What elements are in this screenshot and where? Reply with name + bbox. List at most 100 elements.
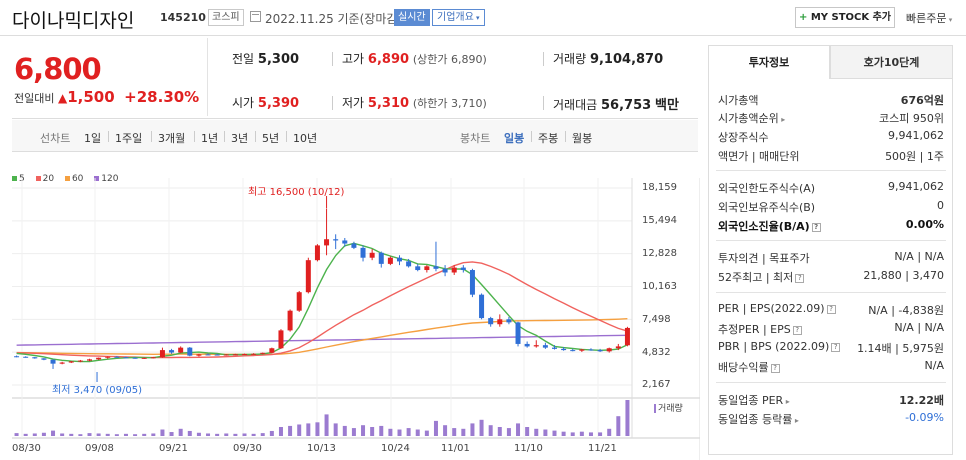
- volume-bar: [41, 432, 46, 436]
- candle-body: [378, 252, 384, 264]
- opinion-label: 투자의견 | 목표주가: [718, 252, 810, 265]
- candle-body: [615, 346, 621, 349]
- candle-body: [214, 354, 220, 356]
- quote-date: 2022.11.25 기준(장마감): [265, 12, 403, 26]
- chevron-right-icon: ▸: [783, 397, 790, 406]
- help-icon[interactable]: ?: [770, 363, 780, 373]
- help-icon[interactable]: ?: [795, 273, 805, 283]
- price-chart[interactable]: [0, 178, 700, 460]
- volume-legend: 거래량: [654, 401, 683, 414]
- candle-body: [287, 310, 293, 331]
- candle-body: [187, 347, 193, 356]
- help-icon[interactable]: ?: [811, 222, 821, 232]
- candle-body: [159, 350, 165, 358]
- chevron-right-icon: ▸: [778, 115, 786, 124]
- volume-bar: [169, 432, 174, 436]
- my-stock-add-button[interactable]: + MY STOCK 추가: [795, 7, 895, 28]
- quick-order-label: 빠른주문: [906, 12, 947, 25]
- industry-change-value: -0.09%: [905, 411, 944, 424]
- foreign-limit-label: 외국인한도주식수(A): [718, 182, 816, 195]
- candle-body: [260, 352, 266, 354]
- candle-body: [351, 243, 357, 248]
- period-1y[interactable]: 1년: [201, 130, 218, 146]
- period-weekly[interactable]: 주봉: [538, 130, 558, 146]
- volume-bar: [133, 434, 138, 436]
- industry-per-label[interactable]: 동일업종 PER ▸: [718, 392, 790, 408]
- stock-name: 다이나믹디자인: [12, 10, 135, 32]
- market-badge: 코스피: [208, 9, 244, 26]
- candle-body: [442, 268, 448, 273]
- x-tick: 09/21: [159, 443, 188, 454]
- volume-bar: [69, 433, 74, 436]
- volume-bar: [561, 431, 566, 436]
- candle-body: [570, 350, 576, 352]
- period-1d[interactable]: 1일: [84, 130, 101, 146]
- foreign-holding-label: 외국인보유주식수(B): [718, 201, 816, 214]
- per-eps-value: N/A | -4,838원: [868, 304, 944, 317]
- y-tick: 2,167: [642, 379, 671, 390]
- x-tick: 08/30: [12, 443, 41, 454]
- volume-bar: [406, 428, 411, 436]
- quick-order-button[interactable]: 빠른주문 ▾: [906, 10, 952, 26]
- volume-bar: [479, 419, 484, 436]
- candle-body: [552, 347, 557, 349]
- candle-body: [278, 330, 284, 349]
- candle-body: [324, 239, 330, 246]
- volume-bar: [415, 429, 420, 436]
- high-price: 고가 6,890 (상한가 6,890): [342, 50, 487, 67]
- candle-body: [433, 266, 439, 269]
- y-tick: 12,828: [642, 248, 677, 259]
- period-daily[interactable]: 일봉: [504, 130, 524, 146]
- volume-bar: [160, 429, 165, 436]
- volume-bar: [379, 425, 384, 436]
- company-overview-button[interactable]: 기업개요 ▾: [432, 9, 485, 26]
- candle-body: [114, 356, 120, 358]
- foreign-exhaust-value: 0.00%: [905, 218, 944, 231]
- candle-body: [32, 357, 38, 359]
- open-label: 시가: [232, 96, 255, 110]
- volume-bar: [206, 433, 211, 436]
- tab-investment-info[interactable]: 투자정보: [708, 45, 830, 79]
- volume-bar: [616, 416, 621, 436]
- volume-bar: [60, 433, 65, 436]
- low-label: 저가: [342, 96, 365, 110]
- volume-bar: [607, 428, 612, 436]
- x-tick: 09/30: [233, 443, 262, 454]
- realtime-badge[interactable]: 실시간: [394, 9, 430, 26]
- candle-body: [524, 343, 530, 347]
- tab-order-book[interactable]: 호가10단계: [830, 45, 953, 79]
- volume-bar: [278, 427, 283, 436]
- period-10y[interactable]: 10년: [293, 130, 317, 146]
- candle-body: [269, 348, 275, 353]
- industry-change-label[interactable]: 동일업종 등락률 ▸: [718, 411, 799, 427]
- candle-body: [169, 350, 175, 353]
- cell-divider: [332, 96, 333, 110]
- high-value: 6,890: [367, 52, 410, 67]
- change-percent: +28.30%: [124, 88, 200, 106]
- help-icon[interactable]: ?: [831, 342, 841, 352]
- period-divider: [151, 131, 152, 142]
- help-icon[interactable]: ?: [826, 304, 836, 314]
- period-3y[interactable]: 3년: [231, 130, 248, 146]
- volume-bar: [570, 432, 575, 436]
- candle-body: [50, 359, 56, 364]
- period-divider: [108, 131, 109, 142]
- up-arrow-icon: ▲: [57, 91, 68, 105]
- market-cap-rank[interactable]: 시가총액순위 ▸: [718, 110, 785, 126]
- volume-bar: [361, 425, 366, 436]
- period-divider: [531, 131, 532, 142]
- volume: 거래량 9,104,870: [553, 50, 663, 67]
- help-icon[interactable]: ?: [792, 325, 802, 335]
- lower-limit: (하한가 3,710): [412, 97, 487, 110]
- low-value: 5,310: [367, 96, 410, 111]
- volume-bar: [579, 431, 584, 436]
- period-1w[interactable]: 1주일: [115, 130, 142, 146]
- candle-body: [87, 359, 92, 361]
- foreign-limit-value: 9,941,062: [888, 180, 944, 193]
- period-3m[interactable]: 3개월: [158, 130, 185, 146]
- dividend-value: N/A: [924, 359, 944, 372]
- period-monthly[interactable]: 월봉: [572, 130, 592, 146]
- period-5y[interactable]: 5년: [262, 130, 279, 146]
- candle-body: [488, 318, 494, 325]
- volume-bar: [96, 433, 101, 436]
